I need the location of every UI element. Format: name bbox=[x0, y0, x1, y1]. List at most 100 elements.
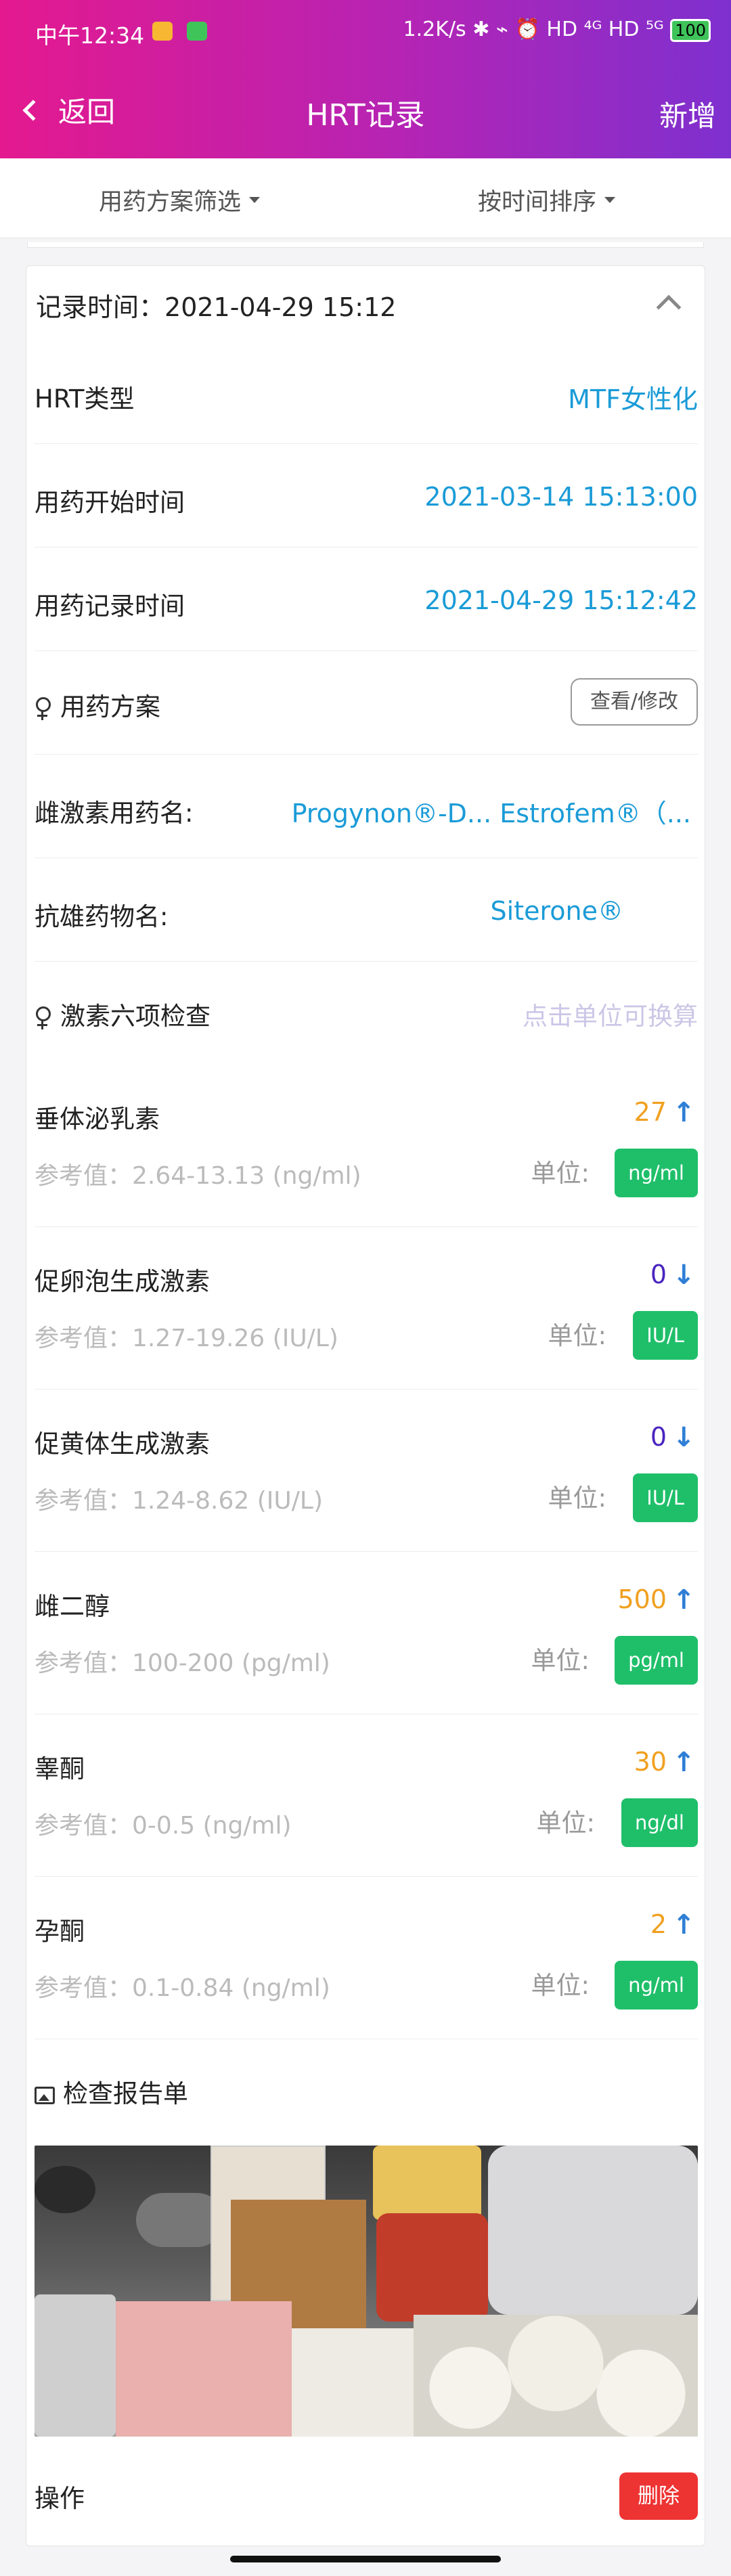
hormone-reference: 参考值：100-200 (pg/ml) bbox=[35, 1649, 330, 1677]
hormone-reference: 参考值：0.1-0.84 (ng/ml) bbox=[35, 1974, 330, 2002]
start-time-row: 用药开始时间 2021-03-14 15:13:00 bbox=[35, 444, 698, 548]
hormone-reference: 参考值：1.24-8.62 (IU/L) bbox=[35, 1487, 323, 1515]
status-bar: 中午12:34 1.2K/s ✱ ⌁ ⏰ HD ⁴ᴳ HD ⁵ᴳ 100 bbox=[0, 0, 731, 62]
unit-button[interactable]: ng/dl bbox=[621, 1798, 698, 1847]
hormone-row-fsh: 促卵泡生成激素 0 ↓ 参考值：1.27-19.26 (IU/L) 单位: IU… bbox=[35, 1227, 698, 1390]
arrow-up-icon: ↑ bbox=[672, 1097, 695, 1128]
hormone-row-prolactin: 垂体泌乳素 27 ↑ 参考值：2.64-13.13 (ng/ml) 单位: ng… bbox=[35, 1065, 698, 1227]
hormone-label: 激素六项检查 bbox=[35, 996, 211, 1032]
unit-label: 单位: bbox=[548, 1321, 606, 1350]
arrow-down-icon: ↓ bbox=[672, 1260, 695, 1291]
record-time[interactable]: 记录时间：2021-04-29 15:12 bbox=[36, 286, 396, 324]
status-time: 中午12:34 bbox=[35, 22, 145, 49]
hormone-value: 0 bbox=[650, 1260, 667, 1289]
hormone-value: 2 bbox=[650, 1909, 667, 1939]
hrt-type-label: HRT类型 bbox=[35, 384, 135, 414]
unit-label: 单位: bbox=[548, 1484, 606, 1513]
plan-filter-dropdown[interactable]: 用药方案筛选 bbox=[99, 183, 261, 217]
hormone-reference: 参考值：1.27-19.26 (IU/L) bbox=[35, 1325, 338, 1352]
unit-label: 单位: bbox=[536, 1808, 595, 1838]
hormone-name: 孕酮 bbox=[35, 1917, 85, 1946]
unit-button[interactable]: pg/ml bbox=[615, 1636, 698, 1685]
filter-bar: 用药方案筛选 按时间排序 bbox=[0, 158, 731, 238]
status-indicators: 1.2K/s ✱ ⌁ ⏰ HD ⁴ᴳ HD ⁵ᴳ 100 bbox=[403, 18, 711, 42]
arrow-up-icon: ↑ bbox=[672, 1747, 695, 1778]
hormone-row-testosterone: 睾酮 30 ↑ 参考值：0-0.5 (ng/ml) 单位: ng/dl bbox=[35, 1714, 698, 1877]
record-time-row-value: 2021-04-29 15:12:42 bbox=[424, 585, 698, 615]
record-time-row: 用药记录时间 2021-04-29 15:12:42 bbox=[35, 548, 698, 651]
hormone-name: 促卵泡生成激素 bbox=[35, 1267, 210, 1296]
hormone-value: 27 bbox=[634, 1097, 667, 1127]
record-time-row-label: 用药记录时间 bbox=[35, 592, 185, 621]
page-title: HRT记录 bbox=[306, 98, 425, 133]
hormone-name: 睾酮 bbox=[35, 1754, 85, 1783]
hormone-name: 垂体泌乳素 bbox=[35, 1105, 160, 1134]
hormone-row-estradiol: 雌二醇 500 ↑ 参考值：100-200 (pg/ml) 单位: pg/ml bbox=[35, 1552, 698, 1714]
hormone-name: 促黄体生成激素 bbox=[35, 1429, 210, 1459]
operation-label: 操作 bbox=[35, 2484, 85, 2513]
app-header: 中午12:34 1.2K/s ✱ ⌁ ⏰ HD ⁴ᴳ HD ⁵ᴳ 100 返回 … bbox=[0, 0, 731, 158]
plan-row: 用药方案 查看/修改 bbox=[35, 651, 698, 755]
home-indicator[interactable] bbox=[230, 2556, 501, 2562]
caret-down-icon bbox=[604, 197, 616, 203]
sort-dropdown[interactable]: 按时间排序 bbox=[478, 183, 616, 217]
add-button[interactable]: 新增 bbox=[659, 93, 716, 135]
unit-button[interactable]: IU/L bbox=[633, 1473, 698, 1522]
antiandrogen-row: 抗雄药物名: Siterone® bbox=[35, 858, 698, 962]
unit-label: 单位: bbox=[531, 1646, 590, 1675]
hormone-row-progesterone: 孕酮 2 ↑ 参考值：0.1-0.84 (ng/ml) 单位: ng/ml bbox=[35, 1877, 698, 2039]
sort-label: 按时间排序 bbox=[478, 189, 597, 216]
plan-label-text: 用药方案 bbox=[60, 692, 160, 721]
notification-icon bbox=[152, 22, 173, 41]
hormone-name: 雌二醇 bbox=[35, 1592, 110, 1621]
hormone-value: 30 bbox=[634, 1747, 667, 1777]
wechat-icon bbox=[187, 22, 207, 41]
view-edit-button[interactable]: 查看/修改 bbox=[571, 678, 698, 726]
hrt-type-row: HRT类型 MTF女性化 bbox=[35, 340, 698, 444]
caret-down-icon bbox=[249, 197, 261, 203]
hormone-row-lh: 促黄体生成激素 0 ↓ 参考值：1.24-8.62 (IU/L) 单位: IU/… bbox=[35, 1390, 698, 1552]
arrow-up-icon: ↑ bbox=[672, 1909, 695, 1940]
hormone-value: 500 bbox=[617, 1584, 667, 1614]
operation-row: 操作 删除 bbox=[35, 2452, 698, 2527]
hormone-reference: 参考值：0-0.5 (ng/ml) bbox=[35, 1812, 292, 1840]
start-time-value: 2021-03-14 15:13:00 bbox=[424, 482, 698, 512]
status-network-text: 1.2K/s ✱ ⌁ ⏰ HD ⁴ᴳ HD ⁵ᴳ bbox=[403, 18, 664, 41]
collapse-chevron-icon[interactable] bbox=[656, 294, 682, 320]
unit-button[interactable]: ng/ml bbox=[615, 1961, 698, 2009]
hrt-type-value: MTF女性化 bbox=[568, 384, 698, 414]
plan-label: 用药方案 bbox=[35, 686, 160, 723]
plan-filter-label: 用药方案筛选 bbox=[99, 189, 242, 216]
arrow-down-icon: ↓ bbox=[672, 1422, 695, 1453]
unit-convert-hint: 点击单位可换算 bbox=[523, 1002, 698, 1031]
unit-button[interactable]: ng/ml bbox=[615, 1149, 698, 1197]
start-time-label: 用药开始时间 bbox=[35, 488, 185, 517]
report-photo[interactable] bbox=[35, 2146, 698, 2437]
estrogen-value: Progynon®-D... Estrofem®（... bbox=[291, 799, 691, 828]
report-section-header: 检查报告单 bbox=[35, 2043, 698, 2137]
antiandrogen-label: 抗雄药物名: bbox=[35, 902, 169, 931]
record-time-label: 记录时间： bbox=[36, 292, 165, 322]
report-label: 检查报告单 bbox=[35, 2073, 188, 2110]
previous-card-edge bbox=[27, 242, 704, 248]
image-icon bbox=[35, 2086, 55, 2104]
hormone-section-header: 激素六项检查 点击单位可换算 bbox=[35, 962, 698, 1063]
delete-button[interactable]: 删除 bbox=[619, 2472, 698, 2520]
report-label-text: 检查报告单 bbox=[63, 2079, 188, 2108]
hormone-label-text: 激素六项检查 bbox=[60, 1002, 211, 1031]
nav-bar: 返回 HRT记录 新增 bbox=[0, 74, 731, 149]
estrogen-label: 雌激素用药名: bbox=[35, 799, 194, 828]
unit-label: 单位: bbox=[531, 1971, 590, 2000]
hormone-value: 0 bbox=[650, 1422, 667, 1452]
antiandrogen-value: Siterone® bbox=[490, 896, 623, 926]
hrt-record-card: 记录时间：2021-04-29 15:12 HRT类型 MTF女性化 用药开始时… bbox=[26, 265, 705, 2546]
arrow-up-icon: ↑ bbox=[672, 1584, 695, 1616]
unit-button[interactable]: IU/L bbox=[633, 1311, 698, 1360]
female-icon bbox=[35, 696, 51, 720]
battery-icon: 100 bbox=[670, 18, 711, 42]
hormone-reference: 参考值：2.64-13.13 (ng/ml) bbox=[35, 1162, 361, 1190]
record-time-value: 2021-04-29 15:12 bbox=[164, 292, 397, 322]
unit-label: 单位: bbox=[531, 1159, 590, 1188]
estrogen-row: 雌激素用药名: Progynon®-D... Estrofem®（... bbox=[35, 755, 698, 858]
female-icon bbox=[35, 1006, 51, 1029]
